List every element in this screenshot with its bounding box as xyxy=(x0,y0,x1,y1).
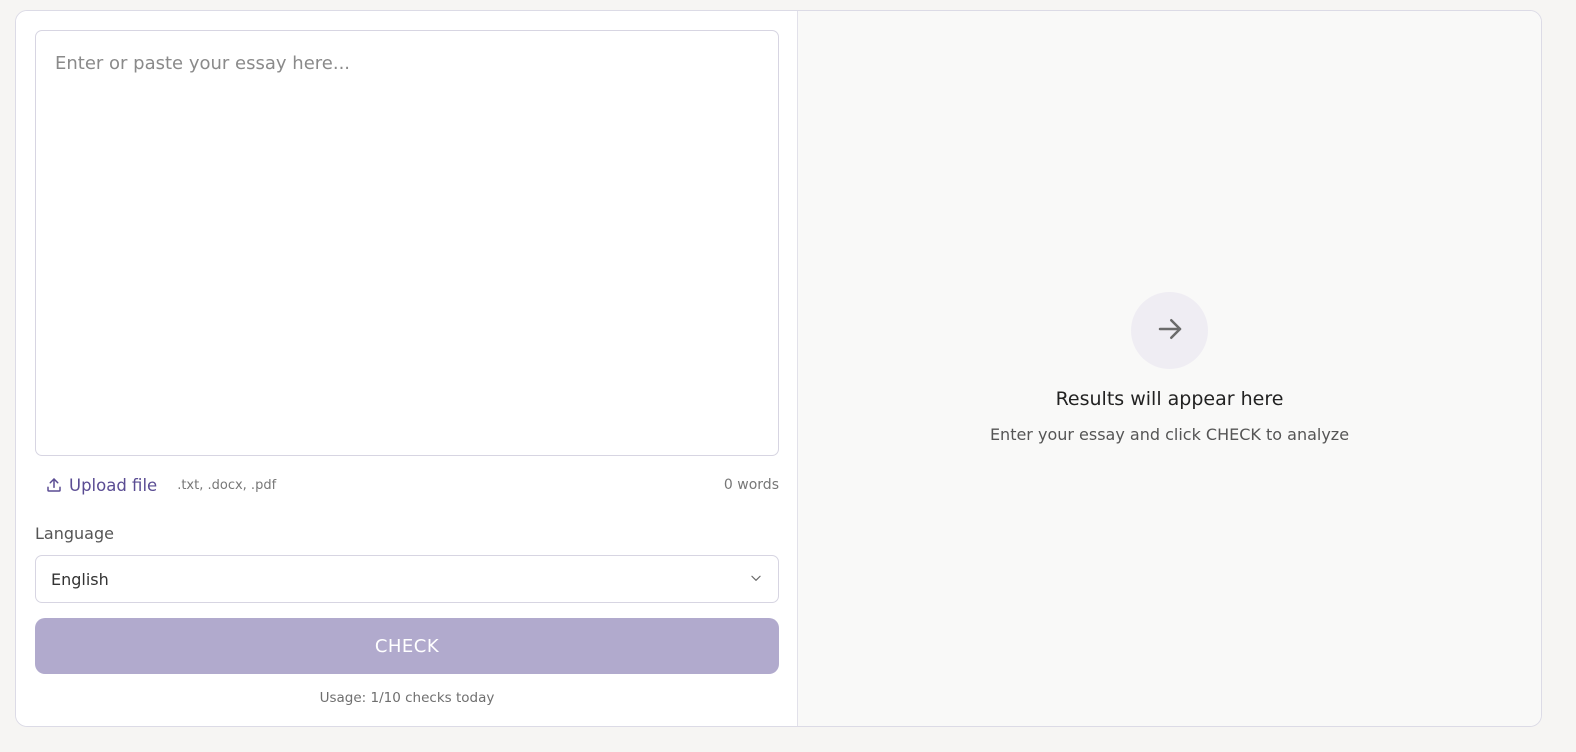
language-selected-value: English xyxy=(51,569,109,589)
upload-file-button[interactable]: Upload file xyxy=(35,476,157,495)
upload-icon xyxy=(45,476,63,494)
arrow-circle xyxy=(1131,292,1208,369)
essay-input[interactable] xyxy=(35,30,779,456)
arrow-right-icon xyxy=(1155,314,1185,348)
chevron-down-icon xyxy=(749,570,763,589)
input-panel: Upload file .txt, .docx, .pdf 0 words La… xyxy=(16,11,798,726)
upload-file-label: Upload file xyxy=(69,475,158,495)
language-select[interactable]: English xyxy=(35,555,779,603)
usage-text: Usage: 1/10 checks today xyxy=(319,690,495,706)
essay-checker-card: Upload file .txt, .docx, .pdf 0 words La… xyxy=(15,10,1542,727)
results-title: Results will appear here xyxy=(1055,388,1284,410)
check-button[interactable]: CHECK xyxy=(35,618,779,674)
language-label: Language xyxy=(35,524,114,543)
upload-row: Upload file .txt, .docx, .pdf 0 words xyxy=(35,473,779,497)
word-count: 0 words xyxy=(723,477,779,493)
results-placeholder: Results will appear here Enter your essa… xyxy=(798,292,1541,444)
results-panel: Results will appear here Enter your essa… xyxy=(798,11,1541,726)
results-subtitle: Enter your essay and click CHECK to anal… xyxy=(989,425,1350,444)
accepted-formats: .txt, .docx, .pdf xyxy=(177,477,277,493)
